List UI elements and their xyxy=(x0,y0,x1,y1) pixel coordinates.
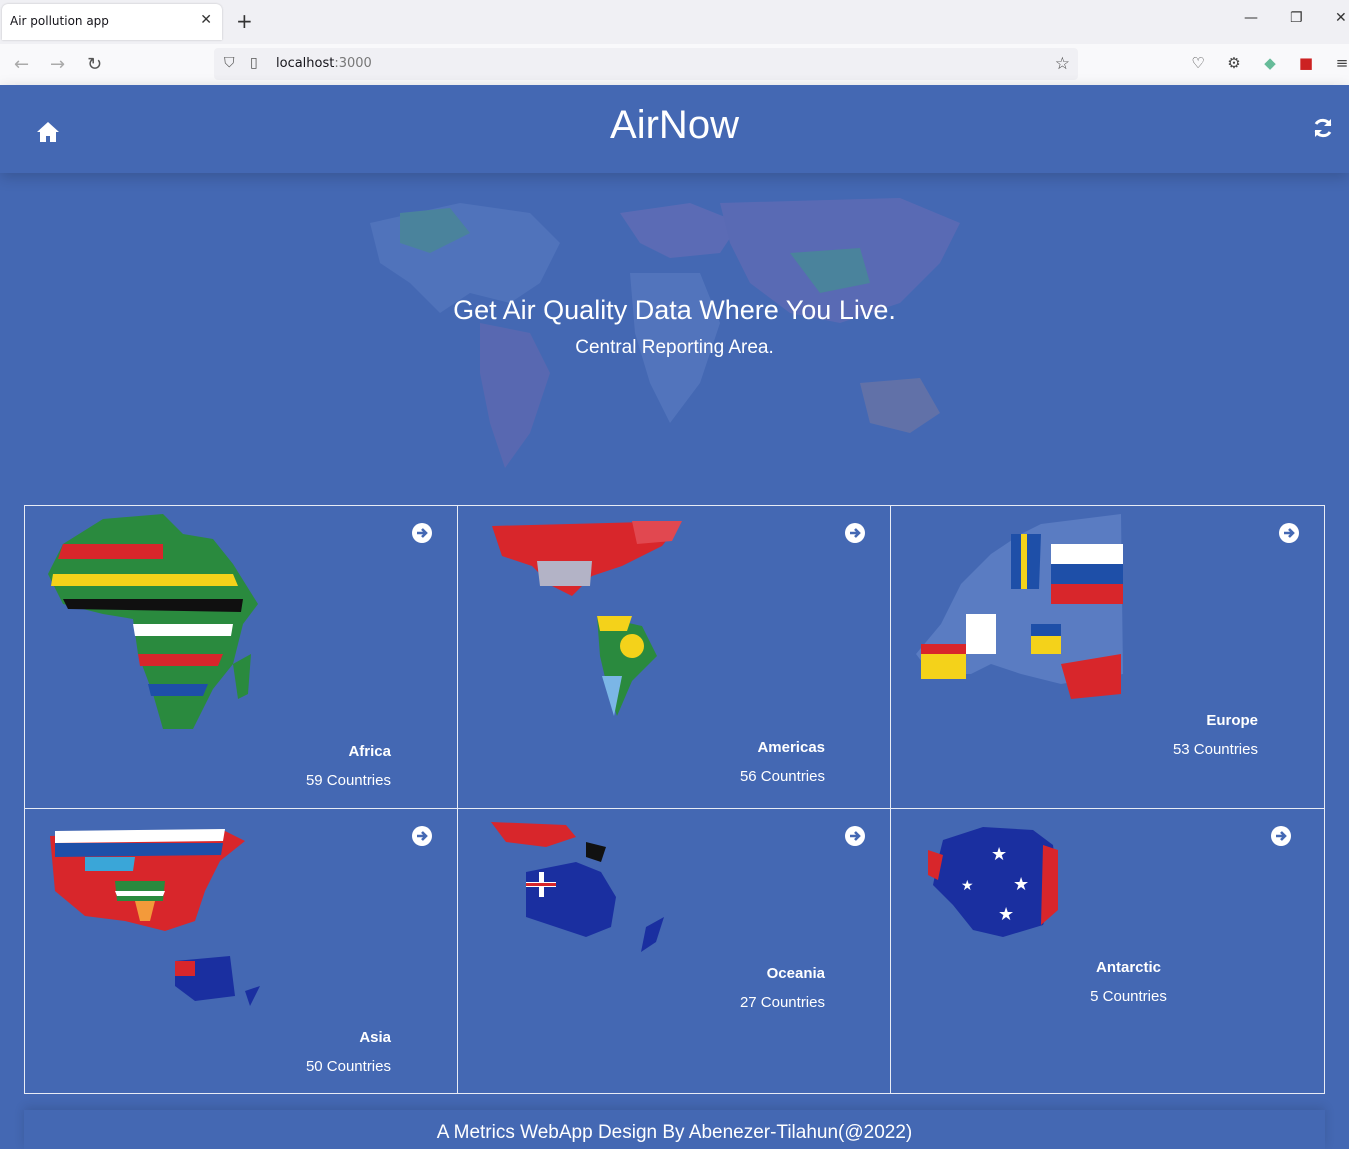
oceania-flag-map-image xyxy=(491,822,664,952)
browser-tab[interactable]: Air pollution app ✕ xyxy=(2,4,222,40)
extension-gear-icon[interactable]: ⚙ xyxy=(1225,54,1243,72)
forward-icon[interactable]: → xyxy=(50,54,65,75)
tab-title: Air pollution app xyxy=(10,14,109,28)
region-name: Asia xyxy=(359,1029,391,1046)
browser-tab-bar: Air pollution app ✕ + — ❐ ✕ xyxy=(0,0,1349,44)
asia-flag-map-image xyxy=(50,829,260,1006)
arrow-right-circle-icon[interactable] xyxy=(845,523,865,543)
shield-icon[interactable]: ⛉ xyxy=(224,55,235,71)
url-host: localhost xyxy=(276,56,335,71)
new-tab-icon[interactable]: + xyxy=(236,9,253,33)
region-card-antarctic[interactable]: ★ ★ ★ ★ Antarctic 5 Countries xyxy=(890,808,1325,1094)
region-card-europe[interactable]: Europe 53 Countries xyxy=(890,505,1325,809)
back-icon[interactable]: ← xyxy=(14,54,29,75)
close-window-icon[interactable]: ✕ xyxy=(1335,10,1347,26)
extension-icon[interactable]: ◆ xyxy=(1261,54,1279,72)
region-name: Africa xyxy=(348,743,391,760)
svg-text:★: ★ xyxy=(961,878,974,894)
page-icon: ▯ xyxy=(250,55,258,71)
region-name: Oceania xyxy=(766,965,825,982)
region-name: Europe xyxy=(1206,712,1258,729)
arrow-right-circle-icon[interactable] xyxy=(412,523,432,543)
region-count: 27 Countries xyxy=(739,994,825,1011)
refresh-icon[interactable] xyxy=(1312,117,1334,139)
region-card-asia[interactable]: Asia 50 Countries xyxy=(24,808,458,1094)
arrow-right-circle-icon[interactable] xyxy=(412,826,432,846)
region-count: 53 Countries xyxy=(1172,741,1258,758)
menu-icon[interactable]: ≡ xyxy=(1333,54,1349,72)
address-bar[interactable]: ⛉ ▯ localhost:3000 ☆ xyxy=(214,48,1078,80)
antarctic-flag-map-image: ★ ★ ★ ★ xyxy=(928,827,1058,937)
region-count: 5 Countries xyxy=(1090,988,1167,1005)
africa-flag-map-image xyxy=(48,514,258,729)
reload-icon[interactable]: ↻ xyxy=(87,54,102,75)
footer-text: A Metrics WebApp Design By Abenezer-Tila… xyxy=(436,1122,913,1143)
arrow-right-circle-icon[interactable] xyxy=(1279,523,1299,543)
minimize-icon[interactable]: — xyxy=(1244,10,1258,26)
region-card-africa[interactable]: Africa 59 Countries xyxy=(24,505,458,809)
extension-red-icon[interactable]: ■ xyxy=(1297,54,1315,72)
browser-nav-bar: ← → ↻ ⛉ ▯ localhost:3000 ☆ ♡ ⚙ ◆ ■ ≡ xyxy=(0,44,1349,86)
region-name: Antarctic xyxy=(1095,959,1162,976)
svg-text:★: ★ xyxy=(991,844,1007,865)
americas-flag-map-image xyxy=(492,521,682,716)
svg-text:★: ★ xyxy=(998,904,1014,925)
restore-icon[interactable]: ❐ xyxy=(1290,10,1303,26)
url-port: :3000 xyxy=(334,56,372,71)
europe-flag-map-image xyxy=(916,514,1123,699)
close-tab-icon[interactable]: ✕ xyxy=(200,12,212,28)
pocket-icon[interactable]: ♡ xyxy=(1189,54,1207,72)
region-count: 56 Countries xyxy=(739,768,825,785)
hero-section: Get Air Quality Data Where You Live. Cen… xyxy=(0,173,1349,503)
arrow-right-circle-icon[interactable] xyxy=(845,826,865,846)
url-text[interactable]: localhost:3000 xyxy=(276,56,372,71)
hero-title: Get Air Quality Data Where You Live. xyxy=(453,295,896,325)
app-title: AirNow xyxy=(610,103,739,147)
app-header: AirNow xyxy=(0,85,1349,173)
world-map-image xyxy=(370,198,960,468)
bookmark-star-icon[interactable]: ☆ xyxy=(1055,54,1070,74)
hero-subtitle: Central Reporting Area. xyxy=(575,337,774,358)
region-count: 50 Countries xyxy=(305,1058,391,1075)
region-card-oceania[interactable]: Oceania 27 Countries xyxy=(457,808,891,1094)
footer: A Metrics WebApp Design By Abenezer-Tila… xyxy=(24,1110,1325,1149)
region-name: Americas xyxy=(757,739,825,756)
arrow-right-circle-icon[interactable] xyxy=(1271,826,1291,846)
region-count: 59 Countries xyxy=(305,772,391,789)
region-grid: Africa 59 Countries Americas 56 Countrie… xyxy=(24,505,1325,1094)
svg-text:★: ★ xyxy=(1013,874,1029,895)
region-card-americas[interactable]: Americas 56 Countries xyxy=(457,505,891,809)
